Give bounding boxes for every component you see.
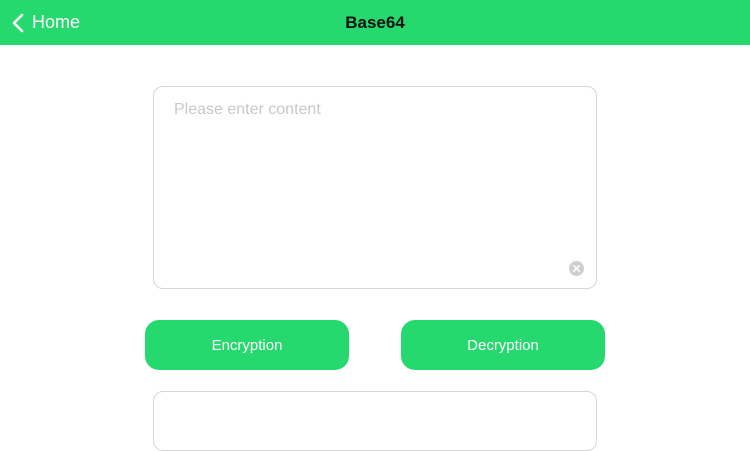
back-button[interactable]: Home: [12, 0, 80, 45]
result-output-box[interactable]: [153, 391, 597, 451]
content-input-box: [153, 86, 597, 289]
nav-bar: Home Base64: [0, 0, 750, 45]
encryption-button[interactable]: Encryption: [145, 320, 349, 370]
chevron-left-icon: [12, 13, 24, 33]
clear-button[interactable]: [569, 261, 584, 276]
back-label: Home: [32, 12, 81, 32]
page-title: Base64: [345, 13, 405, 32]
decryption-button[interactable]: Decryption: [401, 320, 605, 370]
content-input[interactable]: [154, 87, 596, 288]
clear-circle-icon: [569, 261, 584, 276]
